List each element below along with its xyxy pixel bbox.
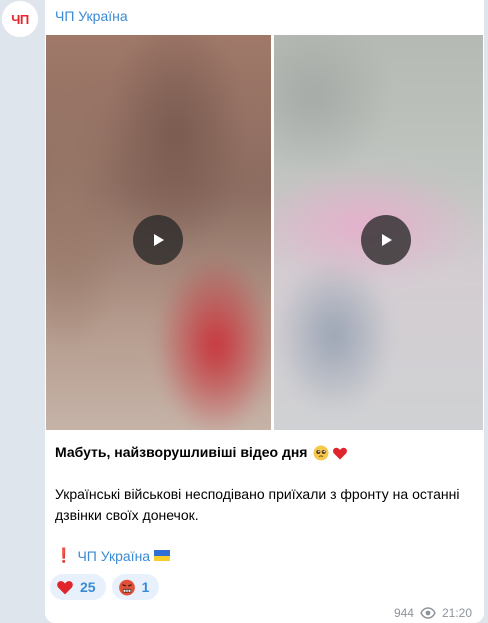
- avatar-text: ЧП: [11, 11, 29, 27]
- channel-name[interactable]: ЧП Україна: [55, 8, 128, 24]
- reactions-bar: 25 1: [50, 574, 160, 600]
- message-meta: 944 21:20: [394, 606, 472, 620]
- play-button-2[interactable]: [361, 215, 411, 265]
- channel-signature[interactable]: ❗ ЧП Україна: [55, 547, 171, 564]
- pleading-face-icon: [313, 445, 329, 460]
- reaction-angry[interactable]: 1: [111, 574, 160, 600]
- exclamation-icon: ❗: [55, 547, 73, 563]
- angry-face-icon: [118, 579, 135, 596]
- red-heart-icon: [333, 447, 348, 459]
- video-thumbnail-2[interactable]: [274, 35, 483, 430]
- post-title: Мабуть, найзворушливіші відео дня: [55, 444, 308, 460]
- video-thumbnail-1[interactable]: [46, 35, 271, 430]
- red-heart-icon: [57, 581, 73, 595]
- reaction-count: 25: [80, 579, 96, 595]
- signature-link[interactable]: ЧП Україна: [77, 548, 150, 564]
- message-time: 21:20: [441, 606, 472, 620]
- message-bubble: ЧП Україна Мабуть, найзворушливіші відео…: [45, 0, 484, 623]
- views-count: 944: [393, 606, 414, 620]
- ukraine-flag-icon: [154, 550, 171, 561]
- reaction-heart[interactable]: 25: [50, 574, 106, 600]
- play-icon: [154, 234, 164, 246]
- play-icon: [382, 234, 392, 246]
- play-button-1[interactable]: [133, 215, 183, 265]
- channel-avatar[interactable]: ЧП: [1, 0, 39, 38]
- message-text: Мабуть, найзворушливіші відео дня Україн…: [55, 442, 475, 526]
- eye-icon: [420, 607, 436, 619]
- media-group: [46, 35, 483, 430]
- post-body: Українські військові несподівано приїхал…: [55, 486, 460, 523]
- reaction-count: 1: [141, 579, 150, 595]
- post-title-line: Мабуть, найзворушливіші відео дня: [55, 442, 475, 463]
